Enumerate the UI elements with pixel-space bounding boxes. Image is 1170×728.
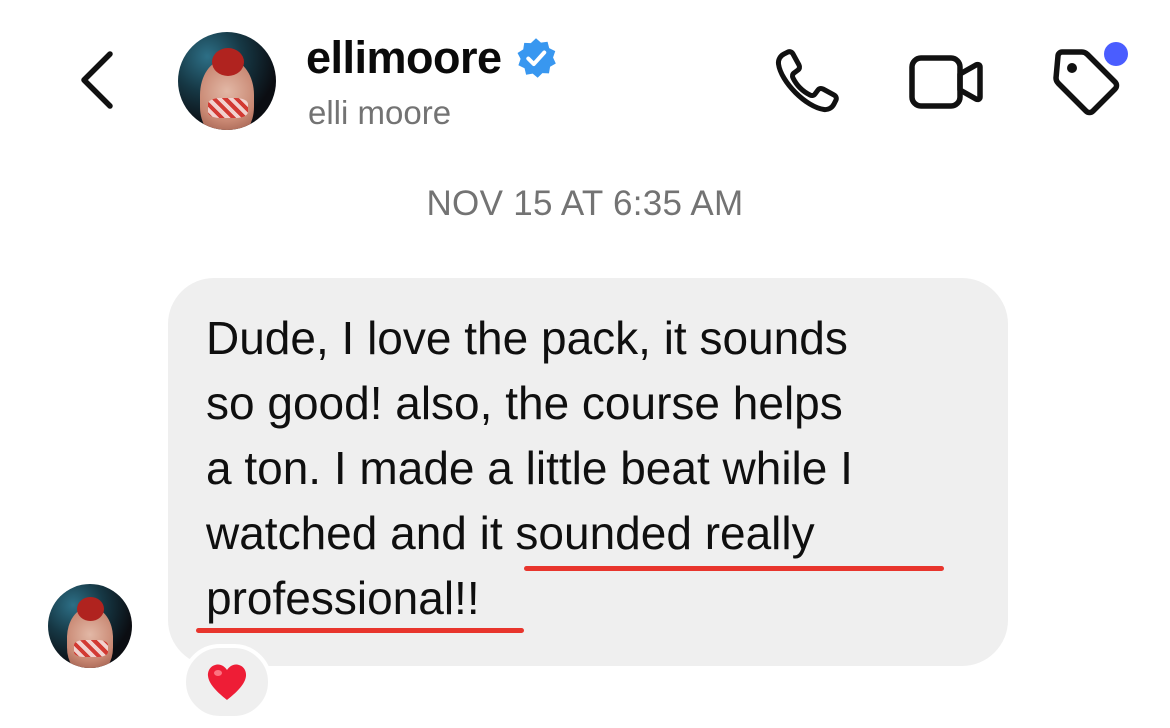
- display-name: elli moore: [308, 94, 452, 131]
- username-row[interactable]: ellimoore: [306, 28, 558, 88]
- thread-header: ellimoore elli moore: [0, 0, 1170, 160]
- highlight-underline: [196, 628, 524, 633]
- video-camera-icon: [909, 55, 983, 109]
- highlight-underline: [524, 566, 944, 571]
- avatar[interactable]: [178, 32, 276, 130]
- chevron-left-icon: [81, 51, 113, 109]
- reaction-badge[interactable]: [182, 644, 272, 720]
- back-button[interactable]: [64, 40, 128, 120]
- verified-badge-icon: [517, 38, 556, 78]
- call-button[interactable]: [766, 42, 846, 122]
- notification-dot: [1104, 42, 1128, 66]
- avatar-photo-detail: [208, 98, 248, 118]
- video-call-button[interactable]: [906, 42, 986, 122]
- username[interactable]: ellimoore: [306, 32, 502, 84]
- message-timestamp: NOV 15 AT 6:35 AM: [426, 184, 744, 223]
- message-text: Dude, I love the pack, it sounds so good…: [206, 312, 853, 624]
- sender-avatar[interactable]: [48, 584, 132, 668]
- heart-icon: [207, 664, 247, 700]
- avatar-photo-detail: [212, 48, 244, 76]
- avatar-photo-detail: [74, 640, 108, 657]
- phone-icon: [775, 49, 839, 113]
- avatar-photo-detail: [77, 597, 104, 621]
